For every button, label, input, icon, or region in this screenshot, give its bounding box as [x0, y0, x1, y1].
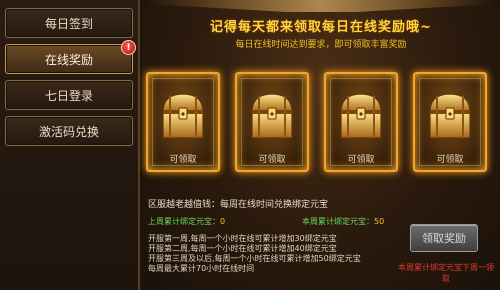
- claim-status-label: 可领取: [436, 155, 464, 165]
- sidebar-item-seven-day-login[interactable]: 七日登录: [5, 80, 133, 110]
- sidebar-item-label: 在线奖励: [44, 52, 93, 67]
- sidebar-item-redeem-code[interactable]: 激活码兑换: [5, 116, 133, 146]
- sidebar-item-label: 七日登录: [44, 88, 93, 103]
- rule-line: 每周最大累计70小时在线时间: [148, 264, 255, 273]
- this-week-value: 50: [374, 217, 385, 226]
- online-reward-panel: 记得每天都来领取每日在线奖励哦~ 每日在线时间达到要求，即可领取丰富奖励 可领取: [142, 0, 500, 290]
- chest-card-3[interactable]: 可领取: [324, 72, 398, 172]
- treasure-chest-icon: [251, 93, 293, 139]
- top-ornament: [142, 0, 500, 12]
- claim-hint: 本周累计绑定元宝下周一领取: [398, 263, 494, 283]
- rule-line: 开服第二周,每周一个小时在线可累计增加40绑定元宝: [148, 244, 337, 253]
- subline: 每日在线时间达到要求，即可领取丰富奖励: [235, 40, 407, 50]
- headline: 记得每天都来领取每日在线奖励哦~: [210, 20, 432, 35]
- sidebar: 每日签到 在线奖励 ! 七日登录 激活码兑换: [0, 0, 140, 290]
- sidebar-item-online-reward[interactable]: 在线奖励 !: [5, 40, 136, 74]
- last-week-value: 0: [220, 217, 226, 226]
- sidebar-item-label: 每日签到: [44, 16, 93, 31]
- treasure-chest-icon: [429, 93, 471, 139]
- rule-line: 开服第三周及以后,每周一个小时在线可累计增加50绑定元宝: [148, 254, 361, 263]
- notification-badge: !: [121, 40, 136, 55]
- chest-card-1[interactable]: 可领取: [146, 72, 220, 172]
- claim-status-label: 可领取: [258, 155, 286, 165]
- weekly-exchange-title: 区服越老越值钱：每周在线时间兑换绑定元宝: [148, 200, 329, 210]
- chest-card-4[interactable]: 可领取: [413, 72, 487, 172]
- rules-list: 开服第一周,每周一个小时在线可累计增加30绑定元宝 开服第二周,每周一个小时在线…: [148, 234, 418, 274]
- treasure-chest-icon: [340, 93, 382, 139]
- this-week-stat: 本周累计绑定元宝：50: [302, 216, 384, 227]
- treasure-chest-icon: [162, 93, 204, 139]
- claim-reward-button[interactable]: 领取奖励: [410, 224, 478, 252]
- claim-status-label: 可领取: [347, 155, 375, 165]
- last-week-label: 上周累计绑定元宝：: [148, 217, 220, 226]
- claim-status-label: 可领取: [169, 155, 197, 165]
- rule-line: 开服第一周,每周一个小时在线可累计增加30绑定元宝: [148, 234, 337, 243]
- this-week-label: 本周累计绑定元宝：: [302, 217, 374, 226]
- sidebar-item-daily-checkin[interactable]: 每日签到: [5, 8, 133, 38]
- last-week-stat: 上周累计绑定元宝：0: [148, 216, 225, 227]
- chest-card-2[interactable]: 可领取: [235, 72, 309, 172]
- sidebar-item-label: 激活码兑换: [38, 124, 99, 139]
